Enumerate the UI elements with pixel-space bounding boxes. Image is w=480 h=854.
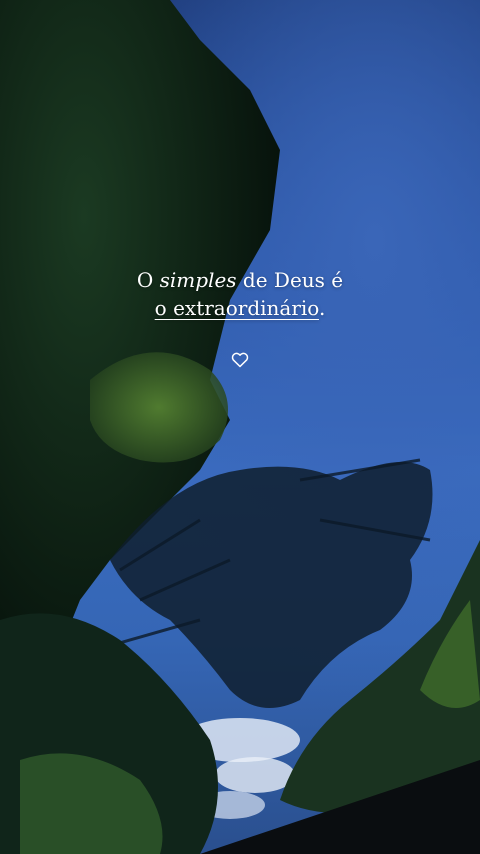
background-photo: O simples de Deus é o extraordinário. <box>0 0 480 854</box>
quote-emphasis: simples <box>159 268 237 292</box>
quote-underlined: extraordinário <box>173 296 319 320</box>
quote-text: O simples de Deus é o extraordinário. <box>0 266 480 322</box>
quote-word: de Deus é <box>236 268 344 292</box>
heart-outline-icon <box>231 352 249 368</box>
quote-line-1: O simples de Deus é <box>0 266 480 294</box>
tree-foliage <box>0 0 480 854</box>
quote-line-2: o extraordinário. <box>0 294 480 322</box>
quote-word: O <box>136 268 160 292</box>
quote-word: o <box>154 296 174 320</box>
quote-punctuation: . <box>318 296 326 320</box>
